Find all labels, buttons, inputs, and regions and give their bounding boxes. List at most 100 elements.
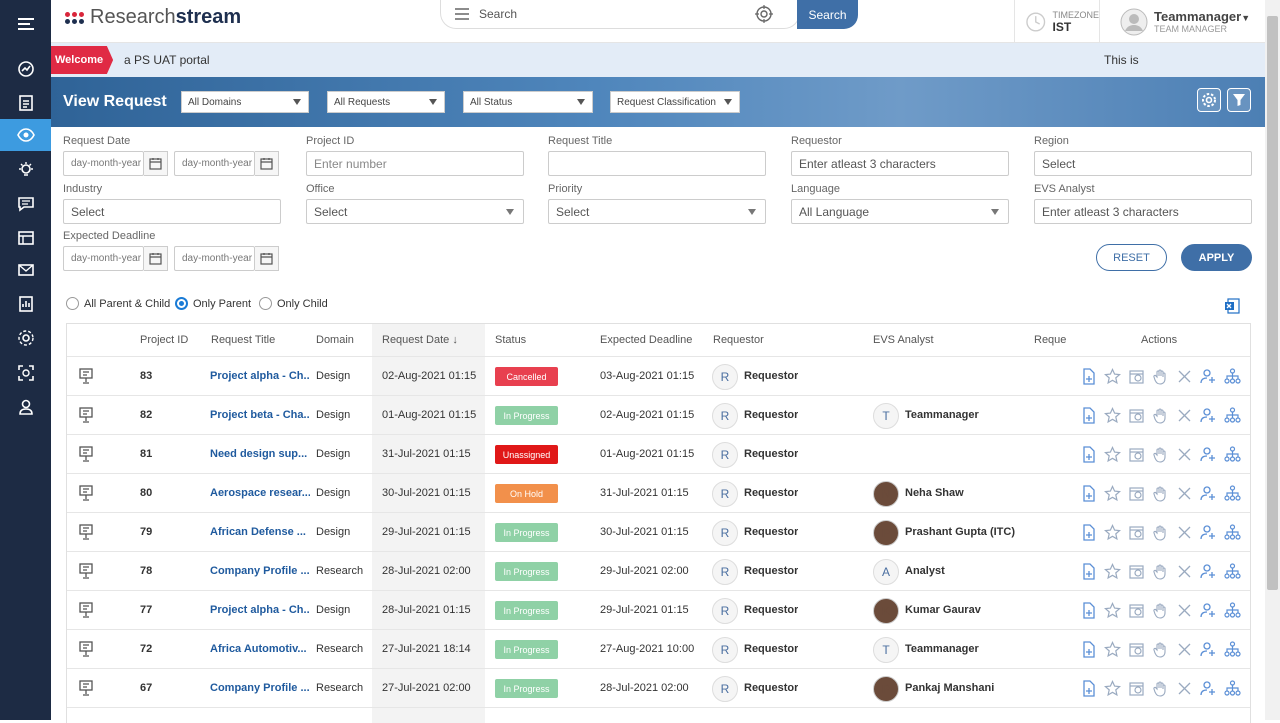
assign-user-icon[interactable] xyxy=(1198,600,1218,620)
radio-all-parent-child[interactable]: All Parent & Child xyxy=(66,297,170,310)
add-document-icon[interactable] xyxy=(1078,522,1098,542)
close-icon[interactable] xyxy=(1174,405,1194,425)
language-select[interactable]: All Language xyxy=(791,199,1009,224)
star-icon[interactable] xyxy=(1102,405,1122,425)
table-row[interactable]: 79 African Defense ... Design 29-Jul-2021 0… xyxy=(67,512,1250,551)
mail-icon[interactable] xyxy=(0,254,51,286)
table-row[interactable]: 72 Africa Automotiv... Research 27-Jul-2021… xyxy=(67,629,1250,668)
history-icon[interactable] xyxy=(1126,561,1146,581)
report-icon[interactable] xyxy=(0,288,51,320)
excel-export-icon[interactable] xyxy=(1224,298,1240,314)
assign-user-icon[interactable] xyxy=(1198,483,1218,503)
domains-dropdown[interactable]: All Domains xyxy=(181,91,309,113)
list-icon[interactable] xyxy=(0,222,51,254)
hold-hand-icon[interactable] xyxy=(1150,444,1170,464)
settings-icon[interactable] xyxy=(0,322,51,354)
target-icon[interactable] xyxy=(755,5,773,23)
user-menu[interactable]: Teammanager▼ TEAM MANAGER xyxy=(1120,0,1250,43)
hierarchy-icon[interactable] xyxy=(1222,522,1242,542)
requestor-input[interactable]: Enter atleast 3 characters xyxy=(791,151,1009,176)
close-icon[interactable] xyxy=(1174,483,1194,503)
col-request-date[interactable]: Request Date ↓ xyxy=(382,324,458,356)
hierarchy-icon[interactable] xyxy=(1222,600,1242,620)
hierarchy-icon[interactable] xyxy=(1222,444,1242,464)
presentation-icon[interactable] xyxy=(78,485,94,501)
hold-hand-icon[interactable] xyxy=(1150,483,1170,503)
radio-only-child[interactable]: Only Child xyxy=(259,297,328,310)
table-row[interactable]: 82 Project beta - Cha... Design 01-Aug-2021… xyxy=(67,395,1250,434)
table-row[interactable]: 78 Company Profile ... Research 28-Jul-2021… xyxy=(67,551,1250,590)
close-icon[interactable] xyxy=(1174,366,1194,386)
star-icon[interactable] xyxy=(1102,366,1122,386)
add-document-icon[interactable] xyxy=(1078,678,1098,698)
priority-select[interactable]: Select xyxy=(548,199,766,224)
presentation-icon[interactable] xyxy=(78,563,94,579)
history-icon[interactable] xyxy=(1126,678,1146,698)
history-icon[interactable] xyxy=(1126,366,1146,386)
col-reque[interactable]: Reque xyxy=(1034,324,1066,356)
classification-dropdown[interactable]: Request Classification xyxy=(610,91,740,113)
star-icon[interactable] xyxy=(1102,444,1122,464)
eye-icon[interactable] xyxy=(0,119,51,151)
presentation-icon[interactable] xyxy=(78,602,94,618)
hierarchy-icon[interactable] xyxy=(1222,678,1242,698)
history-icon[interactable] xyxy=(1126,600,1146,620)
col-expected-deadline[interactable]: Expected Deadline xyxy=(600,324,692,356)
calendar-icon[interactable] xyxy=(255,246,279,271)
menu-icon[interactable] xyxy=(0,8,51,40)
col-request-title[interactable]: Request Title xyxy=(211,324,275,356)
request-title-input[interactable] xyxy=(548,151,766,176)
scrollbar-thumb[interactable] xyxy=(1267,16,1278,590)
hierarchy-icon[interactable] xyxy=(1222,405,1242,425)
bulb-icon[interactable] xyxy=(0,154,51,186)
presentation-icon[interactable] xyxy=(78,641,94,657)
radio-only-parent[interactable]: Only Parent xyxy=(175,297,251,310)
project-id-input[interactable]: Enter number xyxy=(306,151,524,176)
assign-user-icon[interactable] xyxy=(1198,405,1218,425)
col-domain[interactable]: Domain xyxy=(316,324,354,356)
close-icon[interactable] xyxy=(1174,600,1194,620)
close-icon[interactable] xyxy=(1174,678,1194,698)
hold-hand-icon[interactable] xyxy=(1150,366,1170,386)
hold-hand-icon[interactable] xyxy=(1150,561,1170,581)
cell-request-title[interactable]: Africa Automotiv... xyxy=(210,630,310,668)
hold-hand-icon[interactable] xyxy=(1150,522,1170,542)
logo[interactable]: Research stream xyxy=(65,6,241,29)
office-select[interactable]: Select xyxy=(306,199,524,224)
history-icon[interactable] xyxy=(1126,405,1146,425)
status-dropdown[interactable]: All Status xyxy=(463,91,593,113)
apply-button[interactable]: APPLY xyxy=(1181,244,1252,271)
assign-user-icon[interactable] xyxy=(1198,639,1218,659)
scrollbar[interactable] xyxy=(1265,0,1280,720)
requests-dropdown[interactable]: All Requests xyxy=(327,91,445,113)
col-project-id[interactable]: Project ID xyxy=(140,324,188,356)
document-icon[interactable] xyxy=(0,87,51,119)
search-input[interactable]: Search xyxy=(440,0,800,29)
table-row[interactable]: 67 Company Profile ... Research 27-Jul-2021… xyxy=(67,668,1250,707)
user-icon[interactable] xyxy=(0,391,51,423)
add-document-icon[interactable] xyxy=(1078,600,1098,620)
cell-request-title[interactable]: Project alpha - Ch... xyxy=(210,357,310,395)
filter-button[interactable] xyxy=(1227,88,1251,112)
star-icon[interactable] xyxy=(1102,639,1122,659)
add-document-icon[interactable] xyxy=(1078,405,1098,425)
cell-request-title[interactable]: Need design sup... xyxy=(210,435,310,473)
assign-user-icon[interactable] xyxy=(1198,561,1218,581)
hierarchy-icon[interactable] xyxy=(1222,561,1242,581)
star-icon[interactable] xyxy=(1102,600,1122,620)
hierarchy-icon[interactable] xyxy=(1222,483,1242,503)
col-status[interactable]: Status xyxy=(495,324,526,356)
presentation-icon[interactable] xyxy=(78,446,94,462)
table-row[interactable]: 81 Need design sup... Design 31-Jul-2021 01… xyxy=(67,434,1250,473)
star-icon[interactable] xyxy=(1102,522,1122,542)
dashboard-icon[interactable] xyxy=(0,53,51,85)
hold-hand-icon[interactable] xyxy=(1150,678,1170,698)
hierarchy-icon[interactable] xyxy=(1222,639,1242,659)
history-icon[interactable] xyxy=(1126,639,1146,659)
timezone[interactable]: TIMEZONE IST xyxy=(1014,0,1100,43)
history-icon[interactable] xyxy=(1126,483,1146,503)
cell-request-title[interactable]: Company Profile ... xyxy=(210,669,310,707)
presentation-icon[interactable] xyxy=(78,524,94,540)
add-document-icon[interactable] xyxy=(1078,444,1098,464)
assign-user-icon[interactable] xyxy=(1198,678,1218,698)
